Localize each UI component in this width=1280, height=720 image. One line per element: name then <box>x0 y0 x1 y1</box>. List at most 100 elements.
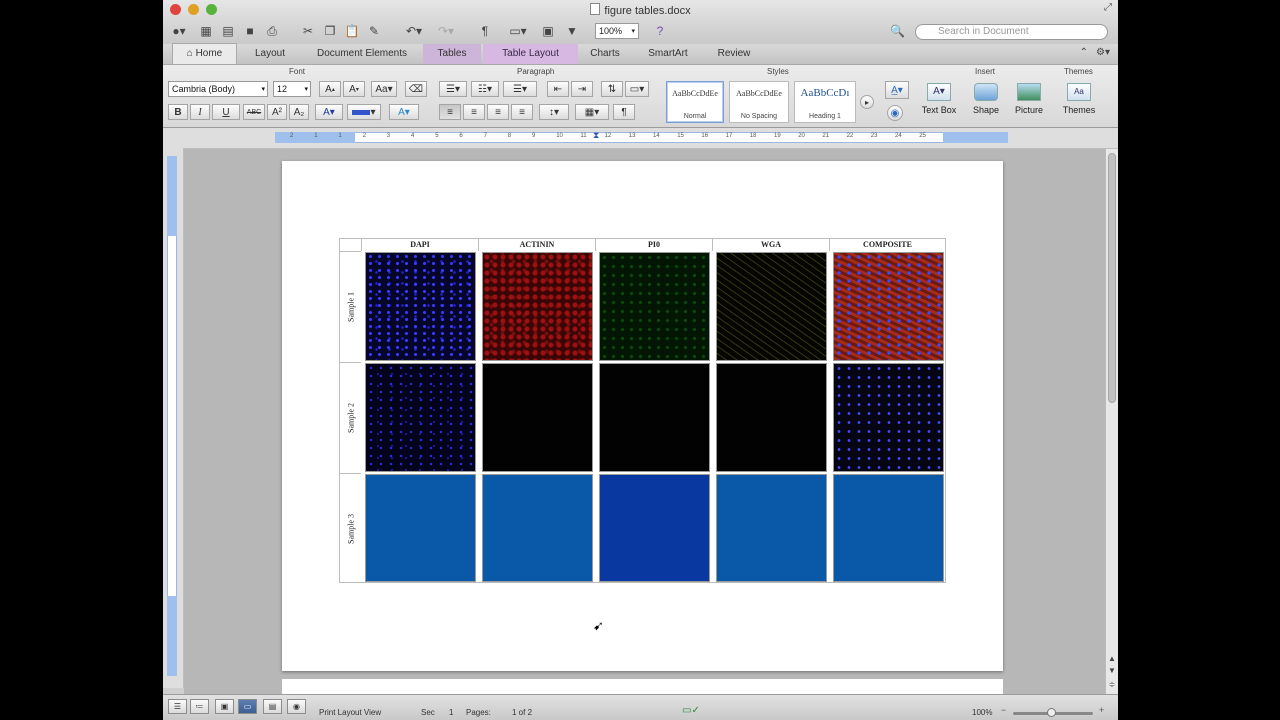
manage-styles-icon[interactable]: ◉ <box>887 105 903 121</box>
column-header-pi0[interactable]: PI0 <box>595 239 712 251</box>
image-wga-sample-3[interactable] <box>716 474 827 582</box>
increase-indent-button[interactable]: ⇥ <box>571 81 593 97</box>
image-composite-sample-3[interactable] <box>833 474 944 582</box>
styles-more-icon[interactable]: ▸ <box>860 95 874 109</box>
clear-formatting-button[interactable]: ⌫ <box>405 81 427 97</box>
zoom-slider[interactable] <box>1013 708 1093 717</box>
row-header-sample-3[interactable]: Sample 3 <box>340 473 361 583</box>
gallery-icon[interactable]: ▦ <box>197 22 215 40</box>
align-left-button[interactable]: ≡ <box>439 104 461 120</box>
print-layout-view-button[interactable]: ▭ <box>238 699 257 714</box>
tab-review[interactable]: Review <box>705 44 763 64</box>
vertical-ruler[interactable] <box>163 148 184 688</box>
justify-button[interactable]: ≡ <box>511 104 533 120</box>
underline-button[interactable]: U <box>212 104 240 120</box>
tab-table-layout[interactable]: Table Layout <box>483 44 578 64</box>
zoom-out-icon[interactable]: − <box>1001 705 1006 715</box>
print-icon[interactable]: ⎙ <box>263 22 281 40</box>
italic-button[interactable]: I <box>190 104 210 120</box>
publishing-view-button[interactable]: ▣ <box>215 699 234 714</box>
collapse-ribbon-icon[interactable]: ⌃ <box>1080 47 1088 58</box>
spelling-check-icon[interactable]: ▭✓ <box>682 705 700 716</box>
vertical-scrollbar[interactable]: ▲ ▼ ≑ <box>1105 149 1118 694</box>
font-name-select[interactable]: Cambria (Body) ▾ <box>168 81 268 97</box>
image-wga-sample-2[interactable] <box>716 363 827 472</box>
style-normal[interactable]: AaBbCcDdEe Normal <box>666 81 724 123</box>
subscript-button[interactable]: A₂ <box>289 104 309 120</box>
bold-button[interactable]: B <box>168 104 188 120</box>
font-size-select[interactable]: 12 ▾ <box>273 81 311 97</box>
help-icon[interactable]: ? <box>651 22 669 40</box>
shading-button[interactable]: ▦▾ <box>575 104 609 120</box>
tab-layout[interactable]: Layout <box>241 44 299 64</box>
tab-smartart[interactable]: SmartArt <box>637 44 699 64</box>
media-icon[interactable]: ▣ <box>539 22 557 40</box>
image-composite-sample-2[interactable] <box>833 363 944 472</box>
shrink-font-button[interactable]: A ▾ <box>343 81 365 97</box>
image-actinin-sample-3[interactable] <box>482 474 593 582</box>
image-actinin-sample-1[interactable] <box>482 252 593 361</box>
image-pi0-sample-3[interactable] <box>599 474 710 582</box>
save-as-icon[interactable]: ▼ <box>563 22 581 40</box>
styles-pane-icon[interactable]: A̲▾ <box>885 81 909 99</box>
format-painter-icon[interactable]: ✎ <box>365 22 383 40</box>
show-formatting-button[interactable]: ¶ <box>613 104 635 120</box>
align-center-button[interactable]: ≡ <box>463 104 485 120</box>
scroll-up-icon[interactable]: ▲ <box>1107 654 1117 664</box>
redo-icon[interactable]: ↷▾ <box>433 22 459 40</box>
gear-icon[interactable]: ⚙▾ <box>1096 47 1110 58</box>
outline-view-button[interactable]: ≔ <box>190 699 209 714</box>
image-pi0-sample-1[interactable] <box>599 252 710 361</box>
ruler-right-margin[interactable] <box>943 132 1008 143</box>
image-composite-sample-1[interactable] <box>833 252 944 361</box>
borders-button[interactable]: ▭▾ <box>625 81 649 97</box>
superscript-button[interactable]: A² <box>267 104 287 120</box>
paste-icon[interactable]: 📋 <box>343 22 361 40</box>
align-right-button[interactable]: ≡ <box>487 104 509 120</box>
line-spacing-button[interactable]: ↕▾ <box>539 104 569 120</box>
figure-table[interactable]: DAPI ACTININ PI0 WGA COMPOSITE Sample 1 … <box>339 238 946 583</box>
font-color-button[interactable]: A▾ <box>315 104 343 120</box>
change-case-button[interactable]: Aa▾ <box>371 81 397 97</box>
ruler-top-margin[interactable] <box>167 156 177 236</box>
tab-charts[interactable]: Charts <box>581 44 629 64</box>
image-pi0-sample-2[interactable] <box>599 363 710 472</box>
decrease-indent-button[interactable]: ⇤ <box>547 81 569 97</box>
zoom-select[interactable]: 100% ▾ <box>595 23 639 39</box>
column-header-composite[interactable]: COMPOSITE <box>829 239 945 251</box>
scrollbar-thumb[interactable] <box>1108 153 1116 403</box>
indent-marker-icon[interactable]: ⧗ <box>593 130 599 141</box>
column-header-actinin[interactable]: ACTININ <box>478 239 595 251</box>
page[interactable]: DAPI ACTININ PI0 WGA COMPOSITE Sample 1 … <box>282 161 1003 671</box>
save-icon[interactable]: ■ <box>241 22 259 40</box>
row-header-sample-2[interactable]: Sample 2 <box>340 362 361 473</box>
page-nav-icon[interactable]: ≑ <box>1107 680 1117 690</box>
row-header-sample-1[interactable]: Sample 1 <box>340 251 361 362</box>
image-actinin-sample-2[interactable] <box>482 363 593 472</box>
horizontal-ruler[interactable]: 2 1 1 2 3 4 5 6 7 8 9 10 11 12 13 14 15 16 17 18 19 20 21 22 23 2… <box>163 128 1118 149</box>
zoom-slider-knob[interactable] <box>1047 708 1056 717</box>
fullscreen-icon[interactable]: ⤢ <box>1104 2 1112 13</box>
draft-view-button[interactable]: ☰ <box>168 699 187 714</box>
ruler-bottom-margin[interactable] <box>167 596 177 676</box>
cut-icon[interactable]: ✂ <box>299 22 317 40</box>
image-wga-sample-1[interactable] <box>716 252 827 361</box>
image-dapi-sample-1[interactable] <box>365 252 476 361</box>
column-header-dapi[interactable]: DAPI <box>361 239 478 251</box>
page-2[interactable] <box>282 679 1003 694</box>
image-dapi-sample-3[interactable] <box>365 474 476 582</box>
style-no-spacing[interactable]: AaBbCcDdEe No Spacing <box>729 81 789 123</box>
notebook-view-button[interactable]: ▤ <box>263 699 282 714</box>
themes-button[interactable]: Aa Themes <box>1059 81 1099 123</box>
tab-document-elements[interactable]: Document Elements <box>303 44 421 64</box>
new-doc-icon[interactable]: ▤ <box>219 22 237 40</box>
multilevel-button[interactable]: ☰▾ <box>503 81 537 97</box>
column-header-wga[interactable]: WGA <box>712 239 829 251</box>
scroll-down-icon[interactable]: ▼ <box>1107 666 1117 676</box>
search-icon[interactable]: 🔍 <box>890 24 905 38</box>
strikethrough-button[interactable]: ABC <box>243 104 265 120</box>
focus-view-button[interactable]: ◉ <box>287 699 306 714</box>
style-heading-1[interactable]: AaBbCcDı Heading 1 <box>794 81 856 123</box>
undo-icon[interactable]: ↶▾ <box>401 22 427 40</box>
search-input[interactable]: Search in Document <box>915 24 1108 40</box>
